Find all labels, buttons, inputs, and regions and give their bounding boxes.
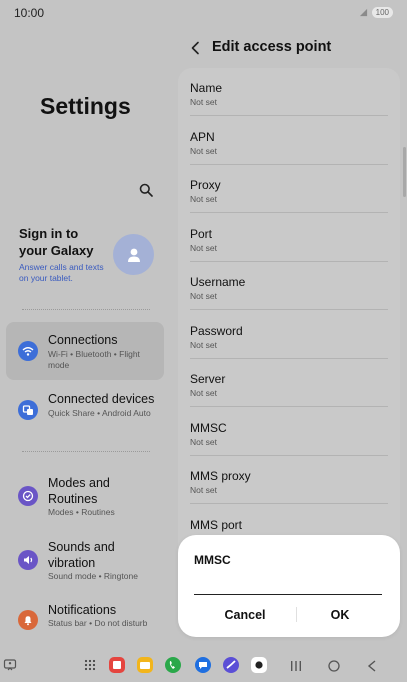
back-button[interactable] — [186, 38, 204, 58]
menu-sub: Wi-Fi • Bluetooth • Flight mode — [48, 349, 140, 370]
menu-label: Connected devices — [48, 392, 155, 406]
menu-label: Modes and Routines — [48, 476, 110, 506]
person-icon — [127, 248, 140, 262]
phone-app-icon[interactable] — [164, 656, 182, 674]
field-value: Not set — [190, 436, 217, 447]
menu-sub: Status bar • Do not disturb — [48, 618, 148, 628]
menu-item-sounds-vibration[interactable]: Sounds and vibration Sound mode • Ringto… — [6, 530, 164, 588]
menu-sub: Sound mode • Ringtone — [48, 571, 138, 581]
signin-title: Sign in to your Galaxy — [19, 226, 94, 258]
cancel-button[interactable]: Cancel — [198, 605, 292, 625]
field-mmsc[interactable]: MMSC Not set — [178, 408, 400, 456]
settings-title: Settings — [40, 93, 131, 119]
field-value: Not set — [190, 97, 217, 107]
back-arrow-icon — [191, 41, 199, 55]
modes-routines-icon — [18, 486, 38, 506]
field-value: Not set — [190, 194, 217, 204]
field-value: Not set — [190, 485, 217, 495]
bell-icon — [18, 610, 38, 630]
page-title: Edit access point — [212, 39, 332, 55]
field-title: MMSC — [190, 420, 227, 435]
field-name[interactable]: Name Not set — [178, 68, 400, 116]
status-time: 10:00 — [14, 6, 45, 20]
menu-label: Notifications — [48, 603, 117, 617]
menu-item-connected-devices[interactable]: Connected devices Quick Share • Android … — [6, 381, 164, 439]
signal-icon — [359, 8, 367, 17]
avatar[interactable] — [113, 234, 154, 275]
field-value: Not set — [190, 145, 217, 156]
sound-icon — [18, 550, 38, 570]
field-value: Not set — [190, 388, 217, 398]
field-title: Name — [190, 81, 223, 95]
field-password[interactable]: Password Not set — [178, 311, 400, 359]
field-apn[interactable]: APN Not set — [178, 117, 400, 165]
field-username[interactable]: Username Not set — [178, 262, 400, 310]
field-value: Not set — [190, 339, 217, 350]
menu-label: Sounds and vibration — [48, 540, 115, 570]
access-point-fields: Name Not set APN Not set Proxy Not set P… — [178, 68, 400, 568]
home-icon[interactable] — [327, 659, 341, 673]
field-title: Server — [190, 372, 226, 386]
field-mms-proxy[interactable]: MMS proxy Not set — [178, 456, 400, 504]
connected-devices-icon — [18, 400, 38, 420]
back-nav-icon[interactable] — [366, 659, 378, 673]
battery-icon: 100 — [371, 7, 393, 18]
menu-item-connections[interactable]: Connections Wi-Fi • Bluetooth • Flight m… — [6, 322, 164, 380]
field-value: Not set — [190, 242, 217, 253]
scrollbar[interactable] — [403, 147, 406, 197]
menu-label: Connections — [48, 333, 118, 347]
status-bar: 10:00 100 — [0, 0, 407, 26]
field-title: Port — [190, 226, 213, 241]
memo-app-icon[interactable] — [108, 656, 126, 674]
field-title: Proxy — [190, 178, 221, 192]
field-title: APN — [190, 129, 215, 144]
menu-sub: Modes • Routines — [48, 507, 115, 517]
menu-item-notifications[interactable]: Notifications Status bar • Do not distur… — [6, 594, 164, 644]
menu-sub: Quick Share • Android Auto — [48, 408, 151, 418]
field-title: MMS proxy — [190, 469, 251, 483]
divider — [22, 451, 150, 452]
field-value: Not set — [190, 291, 217, 301]
mmsc-dialog: MMSC Cancel OK — [178, 535, 400, 637]
field-server[interactable]: Server Not set — [178, 359, 400, 407]
search-button[interactable] — [136, 180, 156, 200]
field-title: MMS port — [190, 517, 243, 532]
internet-app-icon[interactable] — [222, 656, 240, 674]
field-port[interactable]: Port Not set — [178, 214, 400, 262]
recents-icon[interactable] — [290, 660, 302, 672]
messages-app-icon[interactable] — [194, 656, 212, 674]
status-indicators: 100 — [359, 7, 393, 18]
divider — [22, 309, 150, 310]
taskbar — [0, 650, 407, 682]
menu-item-modes-routines[interactable]: Modes and Routines Modes • Routines — [6, 466, 164, 524]
camera-app-icon[interactable] — [250, 656, 268, 674]
files-app-icon[interactable] — [136, 656, 154, 674]
signin-subtitle: Answer calls and texts on your tablet. — [19, 262, 104, 283]
field-title: Password — [190, 323, 243, 338]
ok-button[interactable]: OK — [296, 605, 384, 625]
dialog-title: MMSC — [194, 553, 231, 567]
wifi-icon — [18, 341, 38, 361]
field-title: Username — [190, 275, 246, 289]
mmsc-input[interactable] — [194, 571, 382, 595]
search-icon — [139, 183, 153, 197]
accessibility-icon[interactable] — [3, 658, 17, 672]
apps-grid-icon[interactable] — [84, 659, 96, 671]
field-proxy[interactable]: Proxy Not set — [178, 165, 400, 213]
